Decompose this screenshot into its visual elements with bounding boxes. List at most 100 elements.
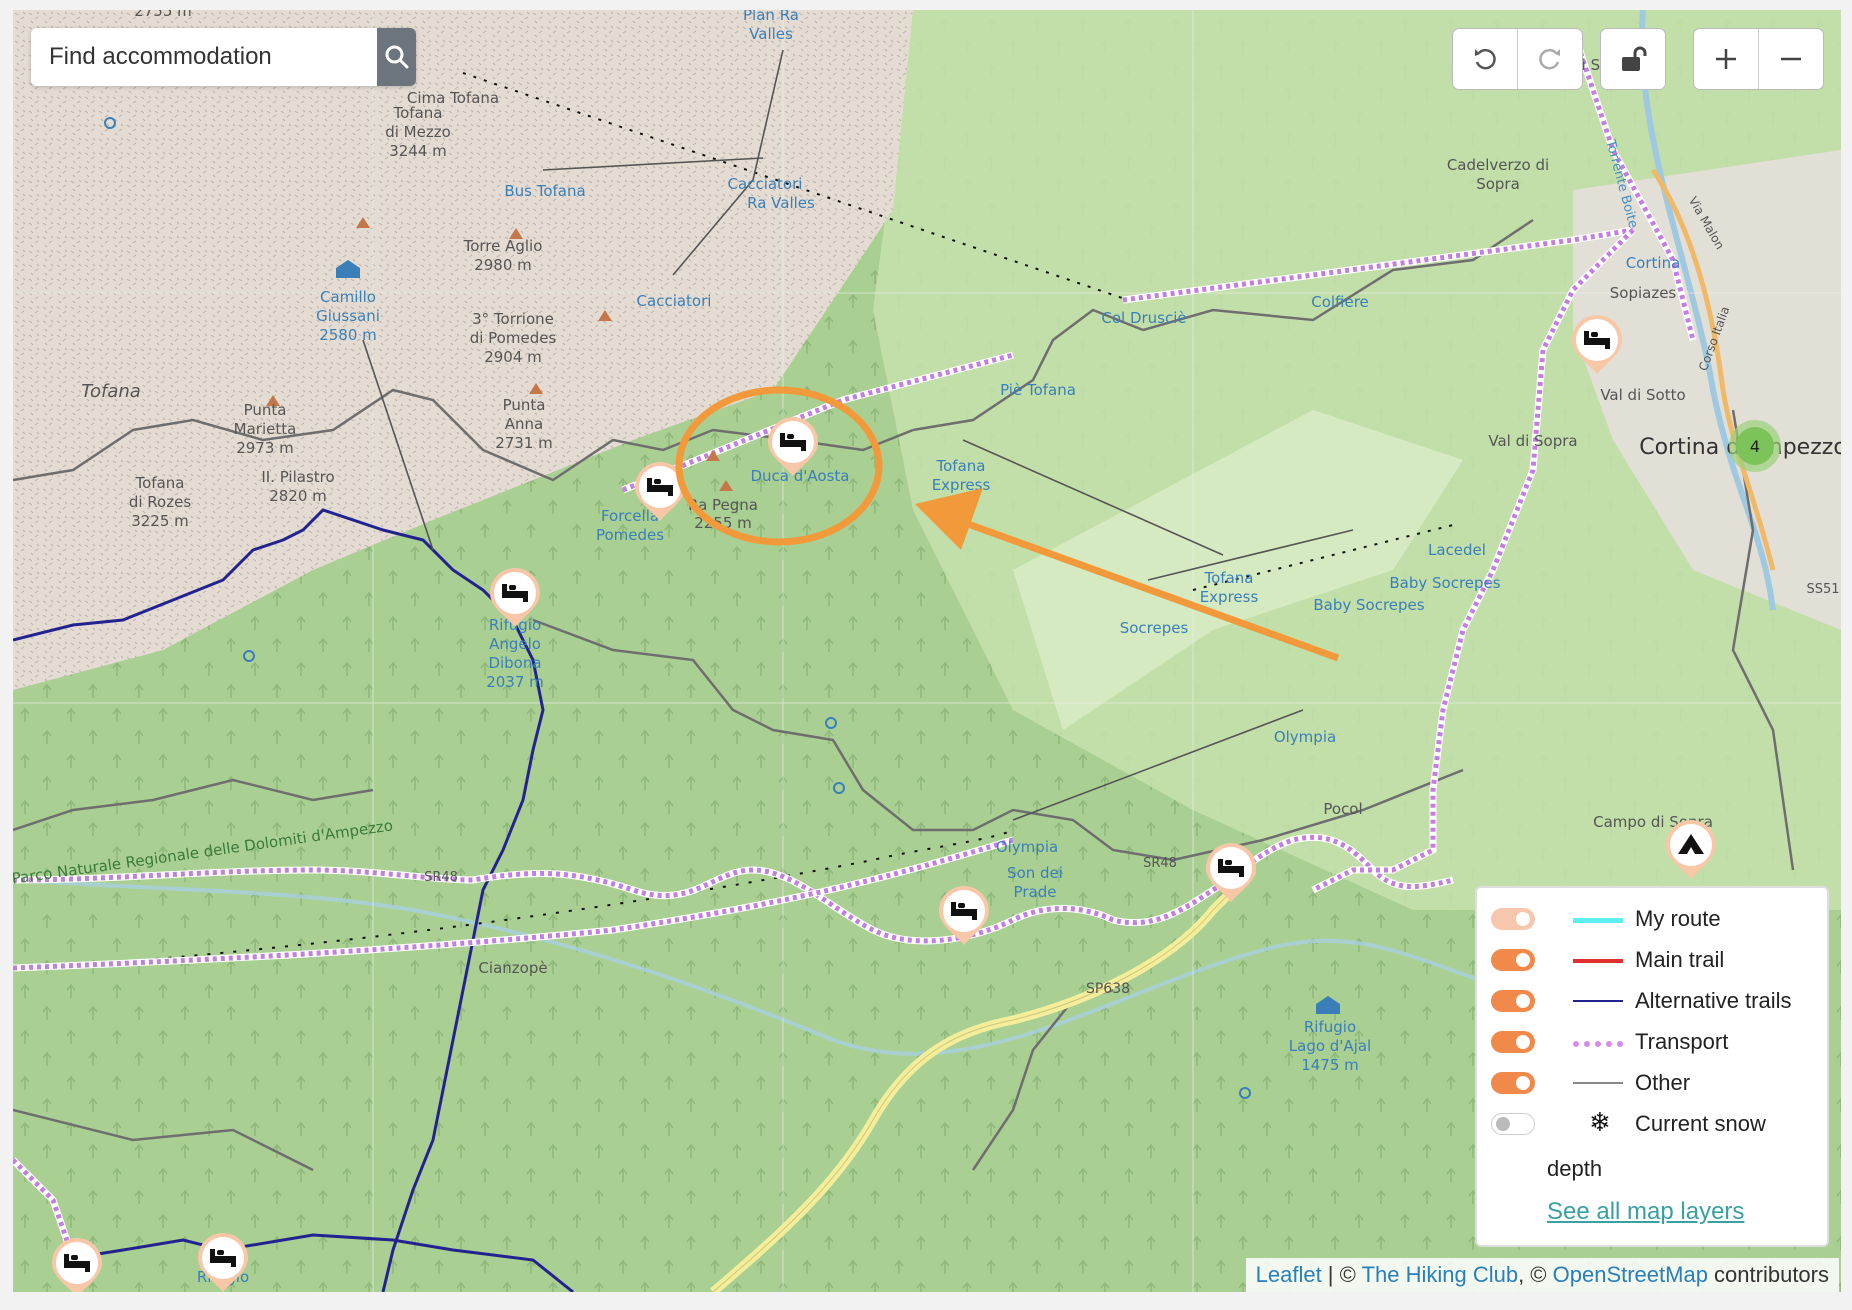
label-col-druscie: Col Drusciè: [1101, 309, 1186, 327]
osm-link[interactable]: OpenStreetMap: [1553, 1262, 1708, 1287]
label-val-di-sopra: Val di Sopra: [1488, 432, 1577, 450]
label-torrione: di Pomedes: [470, 329, 557, 347]
legend-label: Transport: [1635, 1029, 1729, 1054]
label-tofana-region: Tofana: [81, 381, 141, 402]
label-rifugio-dibona: 2037 m: [486, 673, 544, 691]
label-punta-anna: Anna: [505, 415, 543, 433]
map-attribution: Leaflet | © The Hiking Club, © OpenStree…: [1245, 1258, 1839, 1292]
legend-item-my-route: My route: [1477, 900, 1827, 940]
label-punta-anna: 2731 m: [495, 434, 553, 452]
legend-item-snow-depth: ❄ Current snow: [1477, 1105, 1827, 1145]
main-trail-toggle[interactable]: [1491, 949, 1535, 971]
label-camillo: Camillo: [320, 288, 376, 306]
search-button[interactable]: [377, 28, 416, 86]
snow-depth-toggle[interactable]: [1491, 1113, 1535, 1135]
label-cadelverzo: Sopra: [1476, 175, 1520, 193]
marker-cluster[interactable]: 4: [1729, 420, 1781, 472]
label-cacciatori-ra-valles: Cacciatori: [728, 175, 803, 193]
label-baby-socrepes: Baby Socrepes: [1389, 574, 1500, 592]
accommodation-search: [31, 28, 416, 86]
search-icon: [385, 45, 408, 69]
alternative-trails-toggle[interactable]: [1491, 990, 1535, 1012]
transport-toggle[interactable]: [1491, 1031, 1535, 1053]
label-cortina-small: Cortina: [1626, 254, 1681, 272]
legend-item-main-trail: Main trail: [1477, 941, 1827, 981]
label-bus-tofana: Bus Tofana: [504, 182, 585, 200]
history-controls: [1452, 28, 1583, 90]
label-colfiere: Colfiere: [1311, 293, 1369, 311]
redo-button[interactable]: [1518, 29, 1582, 89]
unlock-icon: [1622, 46, 1647, 71]
map[interactable]: Cima Tofana Tofana di Mezzo 3244 m 2755 …: [13, 10, 1841, 1292]
label-punta-marietta: Marietta: [234, 420, 297, 438]
label-socrepes: Socrepes: [1120, 619, 1189, 637]
attribution-separator: | ©: [1321, 1262, 1362, 1287]
label-tofana-mezzo: Tofana: [393, 104, 443, 122]
legend-item-transport: Transport: [1477, 1023, 1827, 1063]
other-toggle[interactable]: [1491, 1072, 1535, 1094]
minus-icon: [1781, 57, 1801, 61]
legend-label: Current snow: [1635, 1111, 1766, 1136]
label-plan-ra-valles: Plan Ra: [743, 10, 799, 24]
label-son-dei-prade: Prade: [1014, 883, 1057, 901]
label-forcella: Pomedes: [596, 526, 664, 544]
label-tofana-express: Tofana: [936, 457, 986, 475]
label-camillo: Giussani: [316, 307, 380, 325]
label-pilastro: 2820 m: [269, 487, 327, 505]
my-route-toggle[interactable]: [1491, 908, 1535, 930]
label-lago-ajal: 1475 m: [1301, 1056, 1359, 1074]
label-pilastro: II. Pilastro: [261, 468, 334, 486]
legend-label: My route: [1635, 906, 1721, 931]
label-tofana-mezzo: di Mezzo: [385, 123, 451, 141]
legend-label: Main trail: [1635, 947, 1725, 972]
main-trail-swatch: [1573, 959, 1623, 963]
label-lacedel: Lacedel: [1428, 541, 1486, 559]
label-pie-tofana: Piè Tofana: [1000, 381, 1076, 399]
label-elev-top: 2755 m: [134, 10, 192, 20]
label-tofana-rozes: di Rozes: [129, 493, 191, 511]
attribution-separator: , ©: [1518, 1262, 1553, 1287]
label-rifugio-dibona: Dibona: [488, 654, 541, 672]
label-lago-ajal: Lago d'Ajal: [1289, 1037, 1371, 1055]
zoom-controls: [1693, 28, 1824, 90]
zoom-out-button[interactable]: [1759, 29, 1823, 89]
label-camillo: 2580 m: [319, 326, 377, 344]
undo-button[interactable]: [1453, 29, 1518, 89]
legend-label: Other: [1635, 1070, 1691, 1095]
label-cacciatori: Cacciatori: [637, 292, 712, 310]
lock-button[interactable]: [1601, 29, 1665, 89]
legend-label: Alternative trails: [1635, 988, 1792, 1013]
hiking-club-link[interactable]: The Hiking Club: [1362, 1262, 1519, 1287]
leaflet-link[interactable]: Leaflet: [1256, 1262, 1322, 1287]
label-sp638: SP638: [1086, 981, 1130, 997]
label-cacciatori-ra-valles: Ra Valles: [747, 194, 815, 212]
map-legend: My route Main trail Alternative trails T…: [1475, 886, 1829, 1247]
label-sr48: SR48: [424, 870, 458, 885]
legend-label-wrap: depth: [1547, 1156, 1603, 1181]
label-tofana-mezzo: 3244 m: [389, 142, 447, 160]
lock-control: [1600, 28, 1666, 90]
redo-icon: [1539, 48, 1560, 70]
label-torrione: 3° Torrione: [472, 310, 554, 328]
label-lago-ajal: Rifugio: [1304, 1018, 1356, 1036]
legend-item-alternative-trails: Alternative trails: [1477, 982, 1827, 1022]
see-all-layers-link[interactable]: See all map layers: [1547, 1198, 1744, 1226]
zoom-in-button[interactable]: [1694, 29, 1759, 89]
label-ss51: SS51: [1806, 582, 1839, 597]
label-torrione: 2904 m: [484, 348, 542, 366]
label-son-dei-prade: Son dei: [1007, 864, 1063, 882]
other-swatch: [1573, 1082, 1623, 1084]
label-sr48: SR48: [1143, 856, 1177, 871]
snowflake-icon: ❄: [1589, 1107, 1611, 1137]
label-pocol: Pocol: [1323, 800, 1362, 818]
label-punta-marietta: Punta: [244, 401, 287, 419]
label-torre-aglio: Torre Aglio: [463, 237, 543, 255]
label-tofana-rozes: 3225 m: [131, 512, 189, 530]
label-duca-aosta: Duca d'Aosta: [751, 467, 850, 485]
label-cianzope: Cianzopè: [478, 959, 547, 977]
label-olympia: Olympia: [996, 838, 1058, 856]
label-sopiazes: Sopiazes: [1610, 284, 1677, 302]
label-tofana-rozes: Tofana: [135, 474, 185, 492]
label-tofana-express: Express: [1200, 588, 1259, 606]
search-input[interactable]: [31, 28, 377, 86]
